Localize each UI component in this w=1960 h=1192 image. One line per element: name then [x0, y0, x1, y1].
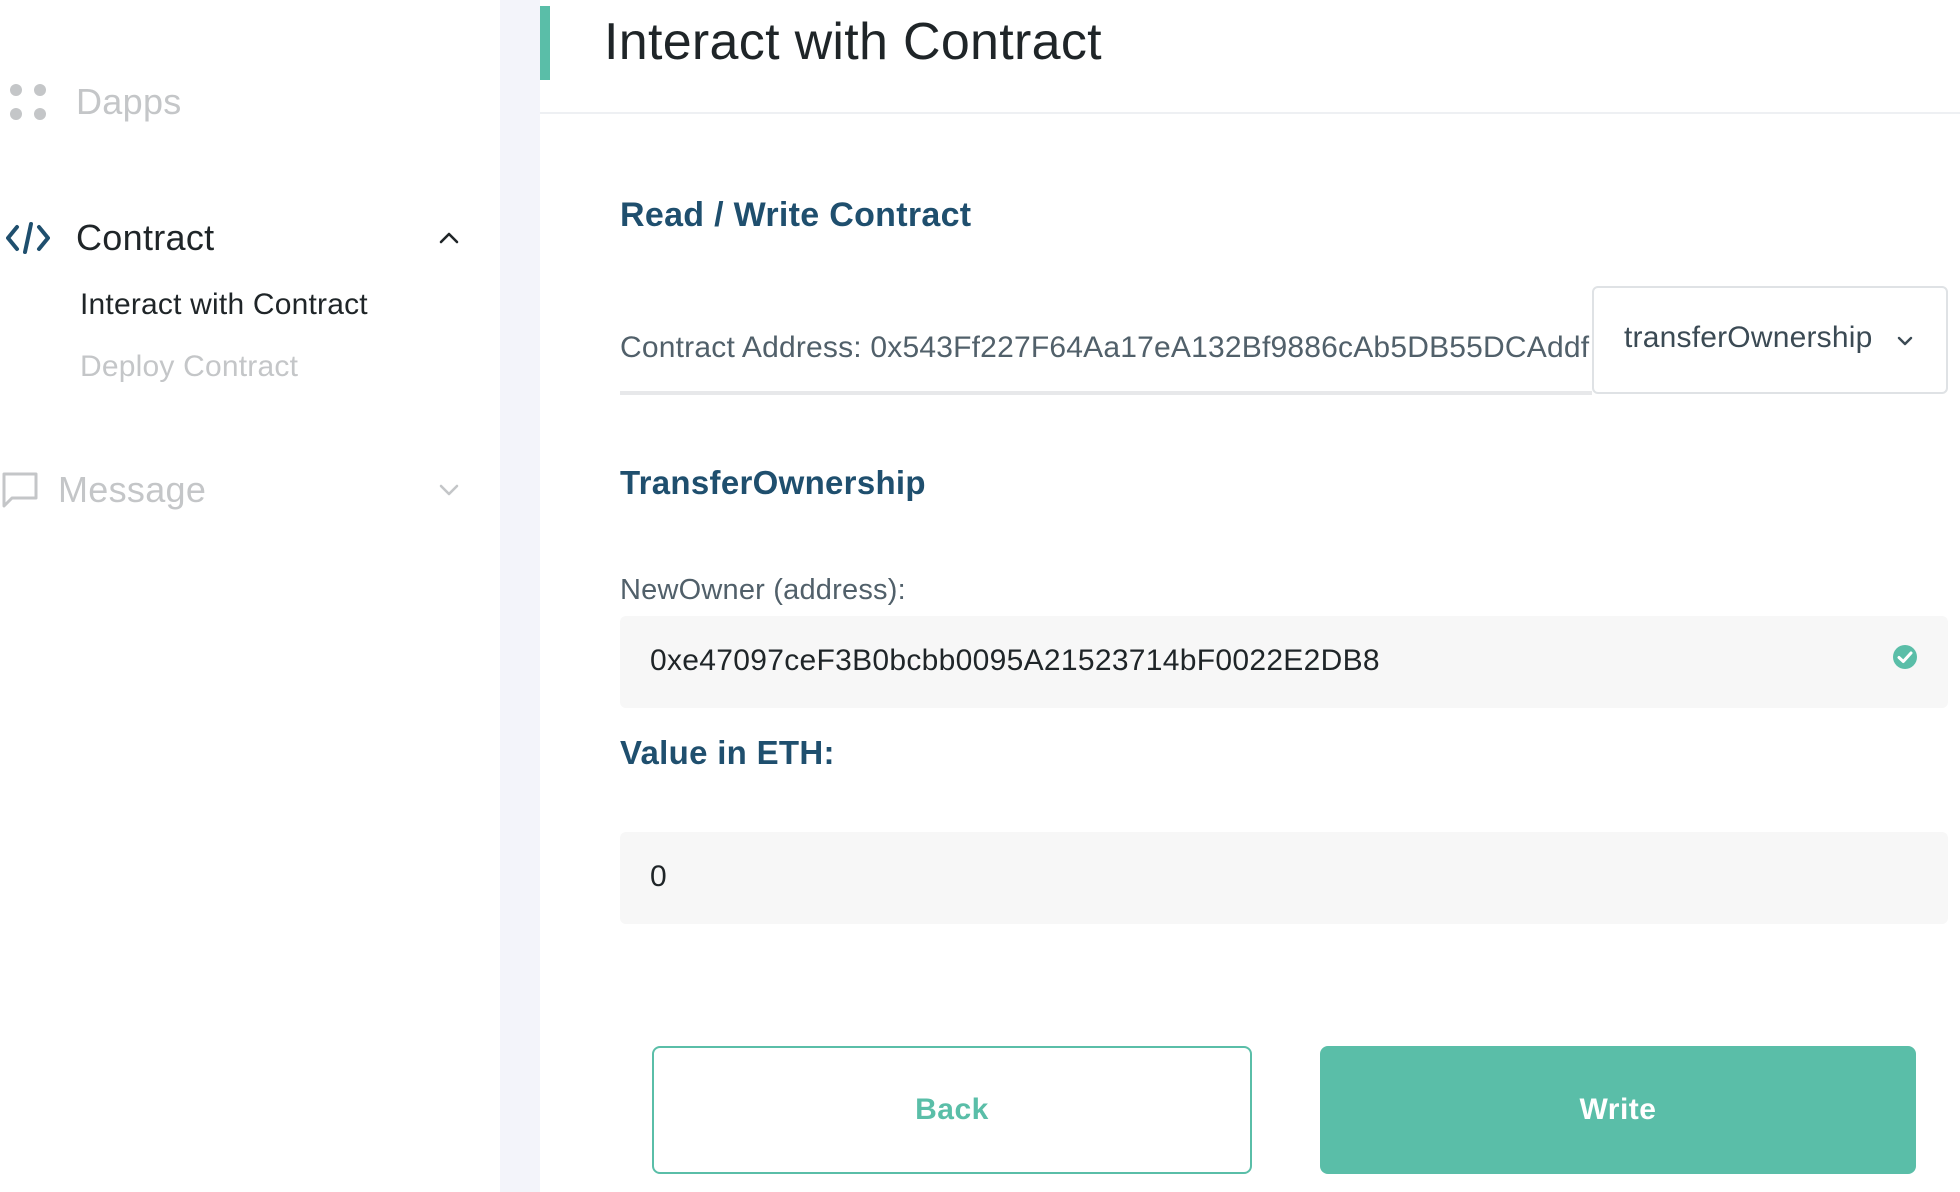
check-circle-icon: [1892, 644, 1918, 670]
header-accent-bar: [540, 6, 550, 80]
page-header: Interact with Contract: [540, 0, 1960, 114]
main-panel: Interact with Contract Read / Write Cont…: [540, 0, 1960, 1192]
value-eth-input[interactable]: 0: [620, 832, 1948, 924]
function-select[interactable]: transferOwnership: [1592, 286, 1948, 394]
sidebar-subitem-deploy-contract[interactable]: Deploy Contract: [80, 350, 298, 384]
contract-address-text: Contract Address: 0x543Ff227F64Aa17eA132…: [620, 331, 1590, 364]
sidebar-item-label: Contract: [76, 217, 215, 258]
back-button[interactable]: Back: [652, 1046, 1252, 1174]
sidebar-item-label: Dapps: [76, 81, 182, 122]
chevron-up-icon[interactable]: [432, 221, 466, 255]
value-eth-label: Value in ETH:: [620, 734, 835, 771]
sidebar-subitem-interact-with-contract[interactable]: Interact with Contract: [80, 288, 368, 322]
chevron-down-icon: [1894, 330, 1916, 352]
function-title: TransferOwnership: [620, 464, 926, 501]
new-owner-input[interactable]: 0xe47097ceF3B0bcbb0095A21523714bF0022E2D…: [620, 616, 1948, 708]
sidebar-item-message[interactable]: Message: [0, 460, 470, 520]
sidebar-item-label: Message: [58, 469, 207, 510]
chat-bubble-icon: [0, 470, 40, 510]
sidebar-item-dapps[interactable]: Dapps: [0, 72, 470, 132]
sidebar: Dapps Contract Interact with Contract De…: [0, 0, 500, 1192]
contract-address-row: Contract Address: 0x543Ff227F64Aa17eA132…: [620, 285, 1592, 395]
page-title: Interact with Contract: [604, 13, 1102, 71]
function-select-value: transferOwnership: [1624, 321, 1873, 354]
new-owner-value: 0xe47097ceF3B0bcbb0095A21523714bF0022E2D…: [650, 644, 1380, 677]
layout-gutter: [500, 0, 540, 1192]
code-icon: [6, 220, 50, 256]
write-button[interactable]: Write: [1320, 1046, 1916, 1174]
chevron-down-icon[interactable]: [432, 473, 466, 507]
value-eth-value: 0: [650, 860, 667, 893]
sidebar-item-contract[interactable]: Contract: [0, 208, 470, 268]
grid-dots-icon: [8, 82, 48, 122]
section-title: Read / Write Contract: [620, 196, 972, 234]
new-owner-label: NewOwner (address):: [620, 574, 906, 606]
